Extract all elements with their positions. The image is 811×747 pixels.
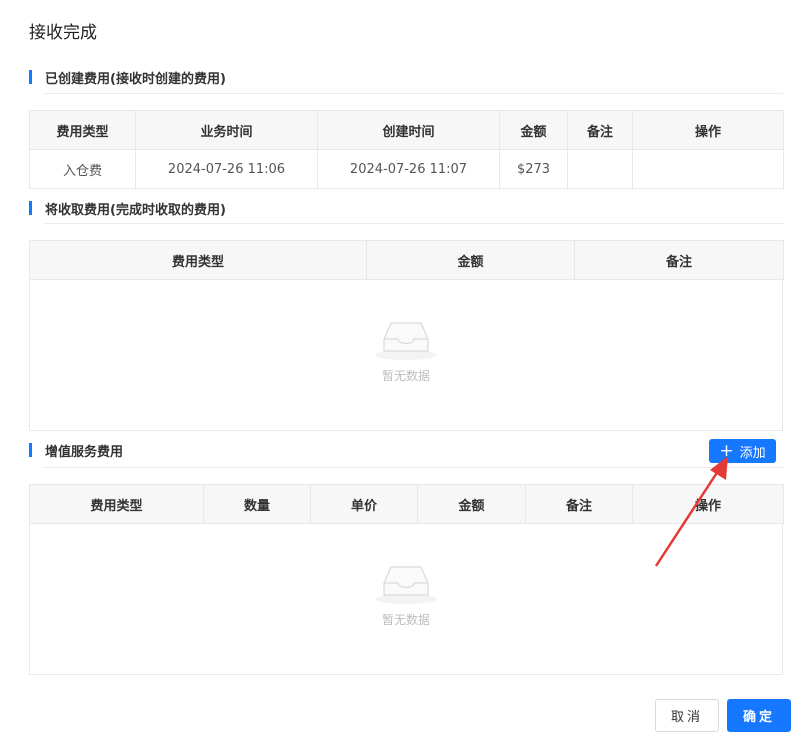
table-row: 入仓费 2024-07-26 11:06 2024-07-26 11:07 $2… xyxy=(29,149,784,189)
col-unit-price: 单价 xyxy=(310,484,418,524)
annotation-arrow-icon xyxy=(654,456,728,567)
empty-inbox-icon xyxy=(375,322,437,360)
section-divider xyxy=(44,223,783,224)
table-header-row: 费用类型 金额 备注 xyxy=(29,240,784,280)
section-created-header: 已创建费用(接收时创建的费用) xyxy=(29,66,226,88)
empty-text: 暂无数据 xyxy=(381,369,430,383)
col-remark: 备注 xyxy=(567,110,633,150)
created-fees-table: 费用类型 业务时间 创建时间 金额 备注 操作 入仓费 2024-07-26 1… xyxy=(29,110,784,189)
section-collect-header: 将收取费用(完成时收取的费用) xyxy=(29,197,226,219)
cancel-button[interactable]: 取消 xyxy=(655,699,719,732)
cell-actions xyxy=(632,149,784,189)
col-fee-type: 费用类型 xyxy=(29,240,367,280)
collect-empty-state: 暂无数据 xyxy=(29,279,783,431)
col-amount: 金额 xyxy=(499,110,568,150)
dialog-title: 接收完成 xyxy=(29,23,97,43)
col-business-time: 业务时间 xyxy=(135,110,318,150)
col-amount: 金额 xyxy=(417,484,526,524)
cell-fee-type: 入仓费 xyxy=(29,149,136,189)
col-remark: 备注 xyxy=(574,240,784,280)
empty-inbox-icon xyxy=(375,566,437,604)
section-accent-bar xyxy=(29,70,32,84)
cell-business-time: 2024-07-26 11:06 xyxy=(135,149,318,189)
cell-created-time: 2024-07-26 11:07 xyxy=(317,149,500,189)
col-actions: 操作 xyxy=(632,110,784,150)
section-accent-bar xyxy=(29,201,32,215)
section-collect-title: 将收取费用(完成时收取的费用) xyxy=(45,202,226,218)
cell-amount: $273 xyxy=(499,149,568,189)
section-accent-bar xyxy=(29,443,32,457)
col-remark: 备注 xyxy=(525,484,633,524)
section-divider xyxy=(44,93,783,94)
col-quantity: 数量 xyxy=(203,484,311,524)
col-fee-type: 费用类型 xyxy=(29,484,204,524)
section-value-added-title: 增值服务费用 xyxy=(45,444,124,460)
section-value-added-header: 增值服务费用 xyxy=(29,439,123,461)
col-amount: 金额 xyxy=(366,240,575,280)
collect-fees-table: 费用类型 金额 备注 xyxy=(29,240,784,280)
col-created-time: 创建时间 xyxy=(317,110,500,150)
cell-remark xyxy=(567,149,633,189)
table-header-row: 费用类型 业务时间 创建时间 金额 备注 操作 xyxy=(29,110,784,150)
col-fee-type: 费用类型 xyxy=(29,110,136,150)
confirm-button[interactable]: 确定 xyxy=(727,699,791,732)
empty-text: 暂无数据 xyxy=(381,613,430,627)
section-created-title: 已创建费用(接收时创建的费用) xyxy=(45,71,226,87)
